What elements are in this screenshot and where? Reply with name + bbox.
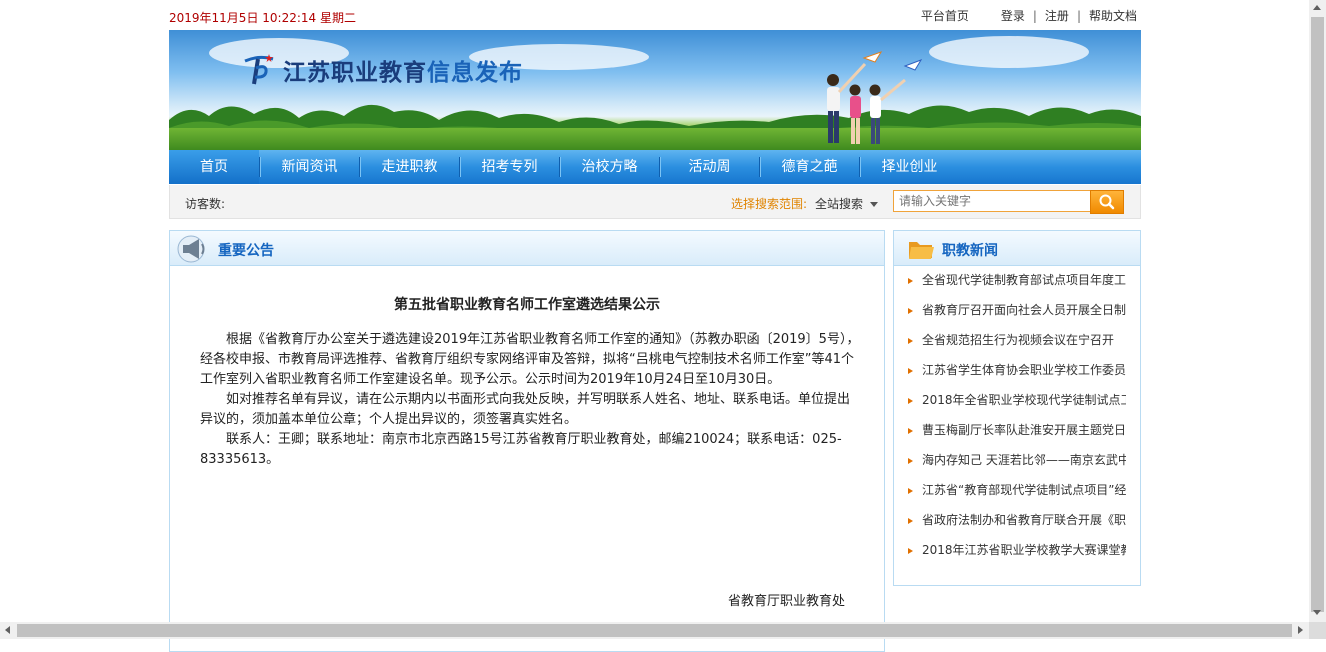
bullet-icon bbox=[908, 337, 913, 344]
nav-about-vocational[interactable]: 走进职教 bbox=[360, 150, 459, 184]
grass-decoration bbox=[169, 128, 1141, 150]
news-item[interactable]: 海内存知己 天涯若比邻——南京玄武中专国际交流 bbox=[894, 446, 1126, 476]
news-item-title: 全省现代学徒制教育部试点项目年度工作推进会召开 bbox=[922, 273, 1126, 287]
bullet-icon bbox=[908, 307, 913, 314]
news-item-title: 省教育厅召开面向社会人员开展全日制学历教育工作部署会 bbox=[922, 303, 1126, 317]
scrollbar-corner bbox=[1309, 622, 1326, 639]
tp-logo-icon bbox=[244, 54, 274, 85]
news-list: 全省现代学徒制教育部试点项目年度工作推进会召开 省教育厅召开面向社会人员开展全日… bbox=[894, 266, 1140, 566]
top-links: 平台首页 登录 | 注册 | 帮助文档 bbox=[921, 7, 1137, 24]
news-item-title: 2018年全省职业学校现代学徒制试点工作推进会召开 bbox=[922, 393, 1126, 407]
news-item-title: 曹玉梅副厅长率队赴淮安开展主题党日活动 bbox=[922, 423, 1126, 437]
news-item[interactable]: 省教育厅召开面向社会人员开展全日制学历教育工作部署会 bbox=[894, 296, 1126, 326]
search-input[interactable] bbox=[893, 190, 1092, 212]
horizontal-scrollbar-thumb[interactable] bbox=[17, 624, 1292, 637]
scroll-up-arrow-icon[interactable] bbox=[1313, 5, 1321, 10]
news-item-title: 江苏省“教育部现代学徒制试点项目”经验交流 bbox=[922, 483, 1126, 497]
scroll-right-arrow-icon[interactable] bbox=[1298, 626, 1303, 634]
bullet-icon bbox=[908, 427, 913, 434]
platform-home-link[interactable]: 平台首页 bbox=[921, 9, 969, 23]
nav-career[interactable]: 择业创业 bbox=[860, 150, 959, 184]
news-item-title: 省政府法制办和省教育厅联合开展《职业教育条例》调研 bbox=[922, 513, 1126, 527]
visitor-count-label: 访客数: bbox=[185, 197, 226, 211]
article-title: 第五批省职业教育名师工作室遴选结果公示 bbox=[394, 297, 660, 313]
chevron-down-icon bbox=[870, 202, 879, 207]
bullet-icon bbox=[908, 457, 913, 464]
register-link[interactable]: 注册 bbox=[1045, 9, 1069, 23]
vertical-scrollbar-thumb[interactable] bbox=[1311, 17, 1324, 612]
news-item[interactable]: 全省规范招生行为视频会议在宁召开 bbox=[894, 326, 1126, 356]
cloud-decoration bbox=[929, 36, 1089, 68]
search-scope-dropdown[interactable]: 全站搜索 bbox=[815, 195, 879, 212]
vertical-scrollbar[interactable] bbox=[1309, 0, 1326, 622]
news-item-title: 全省规范招生行为视频会议在宁召开 bbox=[922, 333, 1115, 347]
news-item-title: 江苏省学生体育协会职业学校工作委员会成立 bbox=[922, 363, 1126, 377]
news-item[interactable]: 曹玉梅副厅长率队赴淮安开展主题党日活动 bbox=[894, 416, 1126, 446]
news-item-title: 海内存知己 天涯若比邻——南京玄武中专国际交流 bbox=[922, 453, 1126, 467]
bullet-icon bbox=[908, 277, 913, 284]
search-bar: 访客数: 选择搜索范围: 全站搜索 bbox=[169, 185, 1141, 219]
megaphone-icon bbox=[177, 235, 205, 263]
news-item-title: 2018年江苏省职业学校教学大赛课堂教学比赛举行 bbox=[922, 543, 1126, 557]
announcement-panel-header: 重要公告 bbox=[170, 231, 884, 266]
main-nav: 首页 新闻资讯 走进职教 招考专列 治校方略 活动周 德育之葩 择业创业 bbox=[169, 150, 1141, 184]
scroll-down-arrow-icon[interactable] bbox=[1313, 610, 1321, 615]
scroll-left-arrow-icon[interactable] bbox=[5, 626, 10, 634]
search-scope-label: 选择搜索范围: bbox=[731, 197, 808, 211]
nav-news[interactable]: 新闻资讯 bbox=[260, 150, 359, 184]
header-banner: 江苏职业教育 信息发布 bbox=[169, 30, 1141, 150]
bullet-icon bbox=[908, 517, 913, 524]
article-signature: 省教育厅职业教育处 bbox=[728, 594, 846, 609]
news-section-title: 职教新闻 bbox=[942, 243, 998, 259]
search-icon bbox=[1099, 194, 1115, 210]
search-button[interactable] bbox=[1090, 190, 1124, 214]
bullet-icon bbox=[908, 487, 913, 494]
students-illustration bbox=[827, 51, 923, 144]
bullet-icon bbox=[908, 367, 913, 374]
news-item[interactable]: 2018年江苏省职业学校教学大赛课堂教学比赛举行 bbox=[894, 536, 1126, 566]
logo-text-accent: 信息发布 bbox=[427, 59, 523, 86]
divider: | bbox=[1076, 9, 1081, 23]
nav-moral-education[interactable]: 德育之葩 bbox=[760, 150, 859, 184]
logo-text-main: 江苏职业教育 bbox=[283, 59, 427, 86]
top-bar: 2019年11月5日 10:22:14 星期二 平台首页 登录 | 注册 | 帮助文档 bbox=[169, 0, 1141, 30]
help-docs-link[interactable]: 帮助文档 bbox=[1089, 9, 1137, 23]
nav-home[interactable]: 首页 bbox=[169, 150, 259, 184]
article-paragraph: 根据《省教育厅办公室关于遴选建设2019年江苏省职业教育名师工作室的通知》（苏教… bbox=[200, 332, 860, 387]
announcement-section-title: 重要公告 bbox=[218, 243, 274, 259]
login-link[interactable]: 登录 bbox=[1001, 9, 1025, 23]
news-panel: 职教新闻 全省现代学徒制教育部试点项目年度工作推进会召开 省教育厅召开面向社会人… bbox=[893, 230, 1141, 586]
folder-icon bbox=[909, 242, 934, 259]
nav-admissions[interactable]: 招考专列 bbox=[460, 150, 559, 184]
nav-school-management[interactable]: 治校方略 bbox=[560, 150, 659, 184]
news-item[interactable]: 全省现代学徒制教育部试点项目年度工作推进会召开 bbox=[894, 266, 1126, 296]
horizontal-scrollbar[interactable] bbox=[0, 622, 1309, 639]
news-item[interactable]: 江苏省“教育部现代学徒制试点项目”经验交流 bbox=[894, 476, 1126, 506]
search-scope-value: 全站搜索 bbox=[815, 197, 864, 211]
article-body: 根据《省教育厅办公室关于遴选建设2019年江苏省职业教育名师工作室的通知》（苏教… bbox=[200, 330, 860, 470]
news-item[interactable]: 江苏省学生体育协会职业学校工作委员会成立 bbox=[894, 356, 1126, 386]
nav-activity-week[interactable]: 活动周 bbox=[660, 150, 759, 184]
divider: | bbox=[1032, 9, 1037, 23]
news-item[interactable]: 省政府法制办和省教育厅联合开展《职业教育条例》调研 bbox=[894, 506, 1126, 536]
site-logo[interactable]: 江苏职业教育 信息发布 bbox=[241, 52, 523, 88]
bullet-icon bbox=[908, 397, 913, 404]
announcement-panel: 重要公告 第五批省职业教育名师工作室遴选结果公示 根据《省教育厅办公室关于遴选建… bbox=[169, 230, 885, 652]
news-panel-header: 职教新闻 bbox=[894, 231, 1140, 266]
article-paragraph: 联系人：王卿；联系地址：南京市北京西路15号江苏省教育厅职业教育处，邮编2100… bbox=[200, 432, 842, 467]
news-item[interactable]: 2018年全省职业学校现代学徒制试点工作推进会召开 bbox=[894, 386, 1126, 416]
current-datetime: 2019年11月5日 10:22:14 星期二 bbox=[169, 11, 356, 25]
bullet-icon bbox=[908, 547, 913, 554]
article-paragraph: 如对推荐名单有异议，请在公示期内以书面形式向我处反映，并写明联系人姓名、地址、联… bbox=[200, 392, 851, 427]
